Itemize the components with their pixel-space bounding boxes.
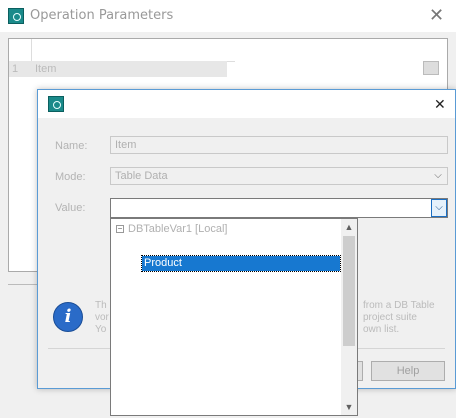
scroll-down-icon[interactable]: ▼ <box>341 399 357 415</box>
title-bar: Operation Parameters ✕ <box>0 0 456 32</box>
close-icon[interactable]: ✕ <box>434 96 446 114</box>
ellipsis-button[interactable] <box>423 61 439 75</box>
table-row[interactable]: 1 Item <box>9 61 227 77</box>
mode-label: Mode: <box>55 171 86 183</box>
row-number: 1 <box>12 63 19 75</box>
name-field[interactable]: Item <box>110 136 448 154</box>
tree-node-label: DBTableVar1 [Local] <box>128 223 228 235</box>
scrollbar[interactable]: ▲ ▼ <box>341 219 357 415</box>
info-line: from a DB Table <box>363 300 435 311</box>
app-icon <box>8 8 24 24</box>
scrollbar-thumb[interactable] <box>343 236 355 346</box>
row-name: Item <box>35 63 57 75</box>
mode-value: Table Data <box>115 170 168 182</box>
info-message-left: Th vor Yo <box>95 300 109 336</box>
chevron-down-icon: ⌵ <box>434 170 442 181</box>
help-button[interactable]: Help <box>371 361 445 381</box>
scroll-up-icon[interactable]: ▲ <box>341 219 357 235</box>
info-message-right: from a DB Table project suite own list. <box>363 300 435 336</box>
chevron-down-icon[interactable]: ⌵ <box>431 199 447 217</box>
window-title: Operation Parameters <box>30 8 174 23</box>
info-line: own list. <box>363 324 400 335</box>
name-label: Name: <box>55 140 88 152</box>
info-line: Th <box>95 300 107 311</box>
list-item[interactable]: Product <box>141 255 341 272</box>
info-line: vor <box>95 312 109 323</box>
info-line: Yo <box>95 324 107 335</box>
dialog-title-bar: ✕ <box>38 90 455 118</box>
grid-header <box>9 39 235 62</box>
info-icon: i <box>53 302 83 332</box>
value-select[interactable]: ⌵ <box>110 198 448 218</box>
tree-node[interactable]: − DBTableVar1 [Local] <box>116 223 227 235</box>
app-icon <box>48 96 64 112</box>
value-dropdown-list[interactable]: − DBTableVar1 [Local] Product ▲ ▼ <box>110 218 358 416</box>
info-line: project suite <box>363 312 417 323</box>
value-label: Value: <box>55 202 86 214</box>
mode-select[interactable]: Table Data ⌵ <box>110 167 448 185</box>
close-icon[interactable]: ✕ <box>429 7 444 25</box>
collapse-icon[interactable]: − <box>116 225 124 234</box>
